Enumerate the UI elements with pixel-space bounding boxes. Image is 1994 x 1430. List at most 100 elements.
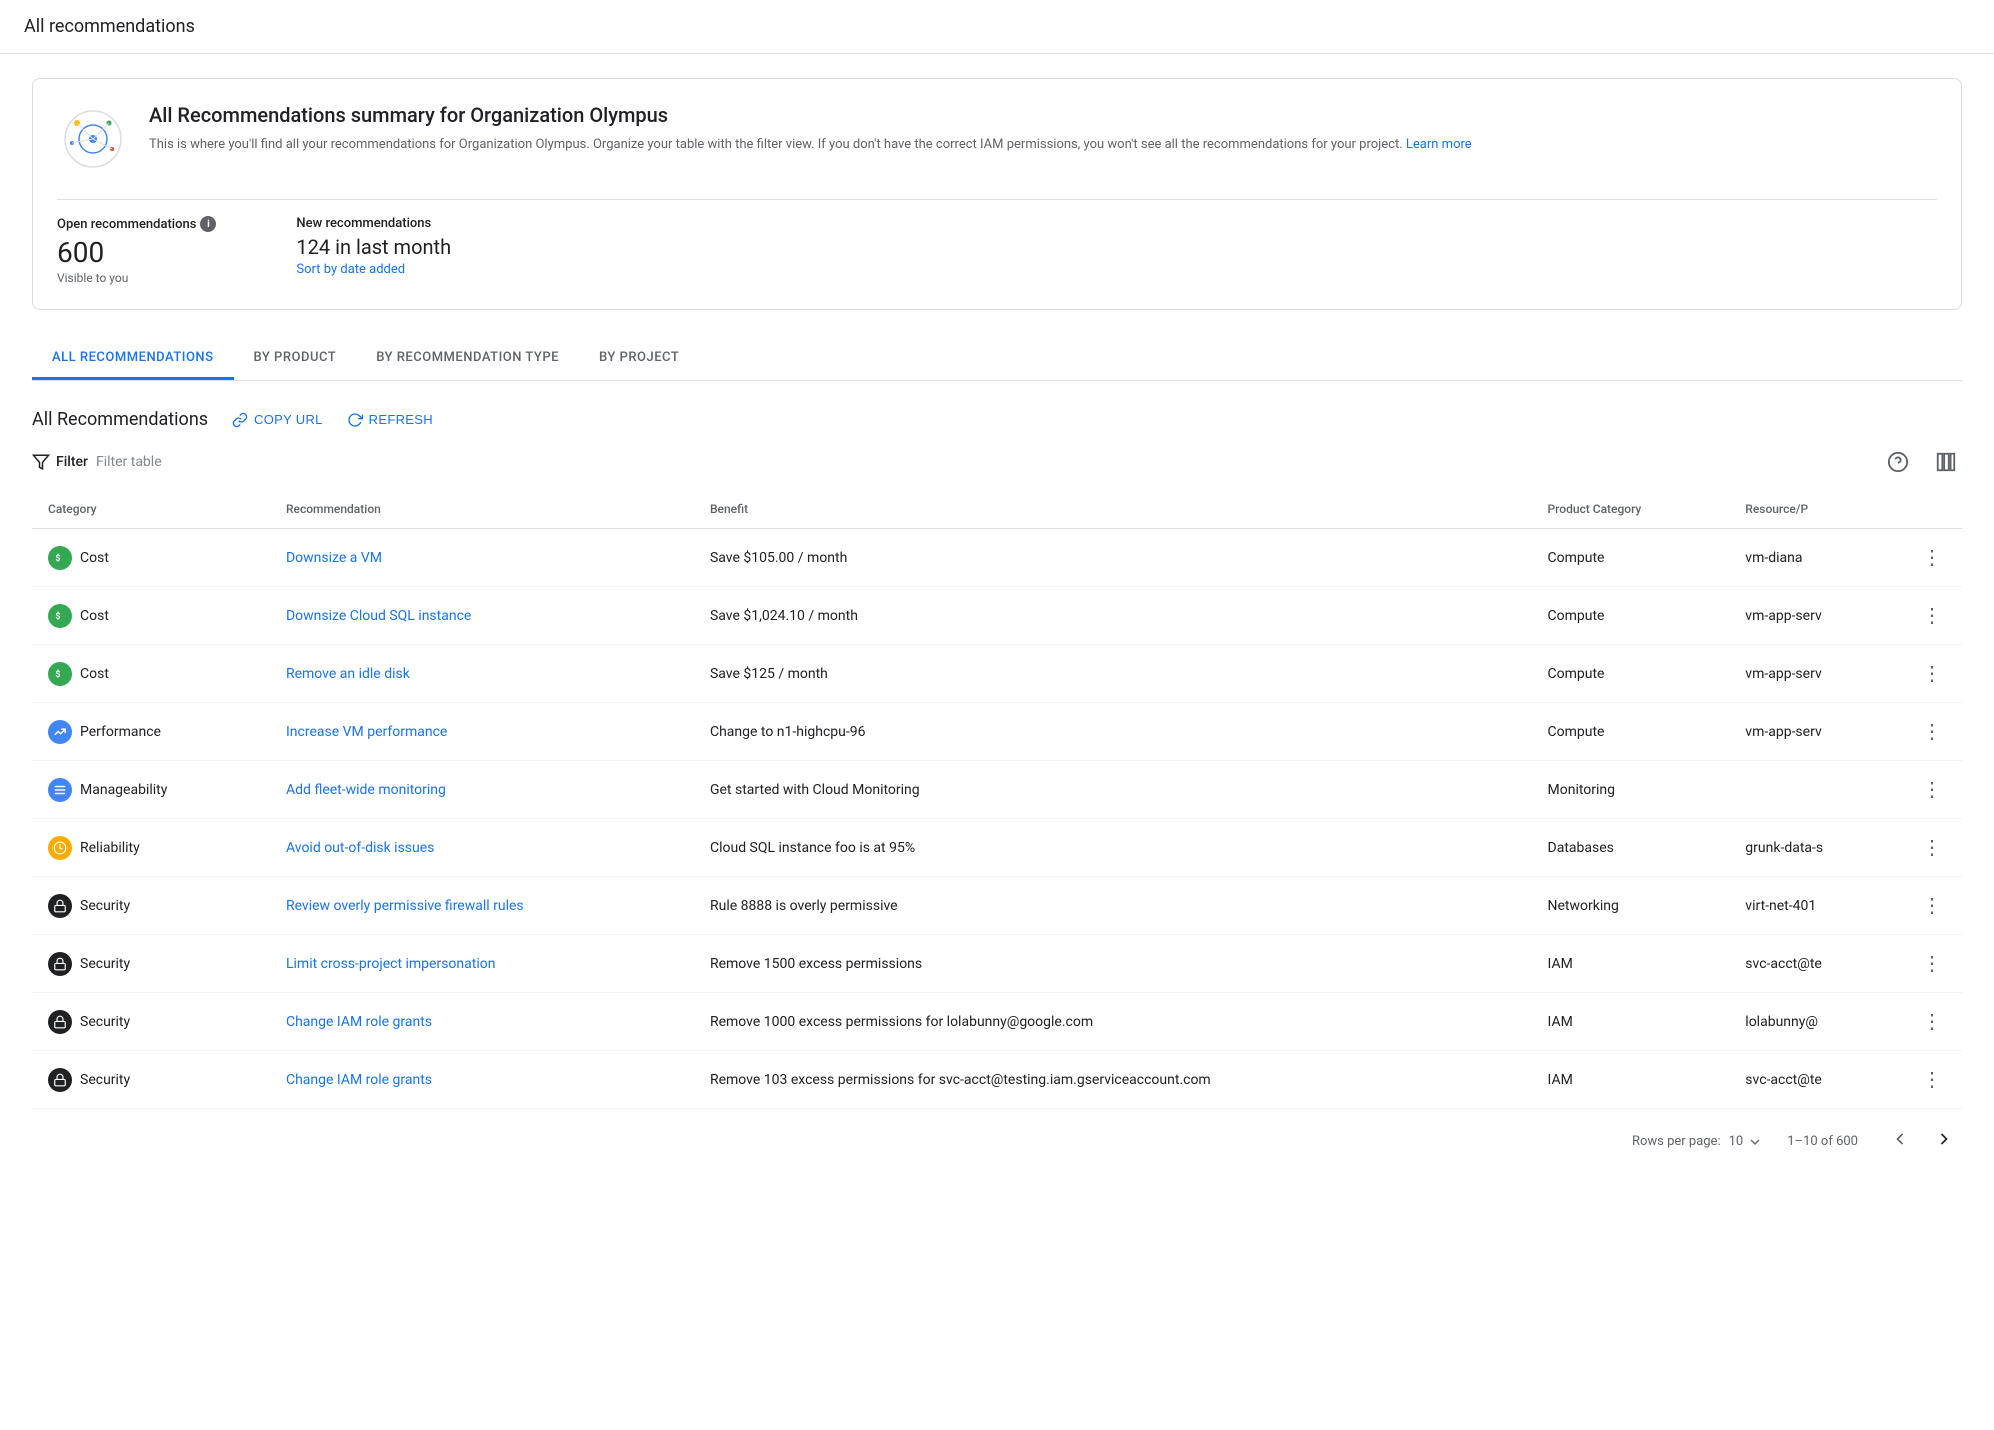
summary-card: All Recommendations summary for Organiza… <box>32 78 1962 310</box>
table-body: $ Cost Downsize a VM Save $105.00 / mont… <box>32 529 1962 1109</box>
cell-resource-4 <box>1729 761 1902 819</box>
cell-recommendation-8: Change IAM role grants <box>270 993 694 1051</box>
recommendation-link-8[interactable]: Change IAM role grants <box>286 1014 432 1030</box>
cell-resource-2: vm-app-serv <box>1729 645 1902 703</box>
more-options-button-5[interactable]: ⋮ <box>1918 831 1946 864</box>
category-icon-reliability <box>48 836 72 860</box>
chevron-left-icon <box>1890 1129 1910 1149</box>
more-options-button-1[interactable]: ⋮ <box>1918 599 1946 632</box>
main-content: All Recommendations summary for Organiza… <box>0 54 1994 1198</box>
cell-more-6: ⋮ <box>1902 877 1962 935</box>
more-options-button-4[interactable]: ⋮ <box>1918 773 1946 806</box>
category-icon-security <box>48 1068 72 1092</box>
cell-more-0: ⋮ <box>1902 529 1962 587</box>
prev-page-button[interactable] <box>1882 1125 1918 1158</box>
cell-category-8: Security <box>32 993 270 1051</box>
category-icon-security <box>48 894 72 918</box>
org-logo-icon <box>57 103 129 175</box>
category-icon-cost: $ <box>48 662 72 686</box>
table-header: Category Recommendation Benefit Product … <box>32 490 1962 529</box>
cell-recommendation-1: Downsize Cloud SQL instance <box>270 587 694 645</box>
recommendation-link-0[interactable]: Downsize a VM <box>286 550 382 566</box>
table-row: Performance Increase VM performance Chan… <box>32 703 1962 761</box>
cell-more-2: ⋮ <box>1902 645 1962 703</box>
cell-more-7: ⋮ <box>1902 935 1962 993</box>
table-row: Reliability Avoid out-of-disk issues Clo… <box>32 819 1962 877</box>
more-options-button-3[interactable]: ⋮ <box>1918 715 1946 748</box>
cell-benefit-5: Cloud SQL instance foo is at 95% <box>694 819 1532 877</box>
open-recs-info-icon[interactable]: i <box>200 216 216 232</box>
filter-icon <box>32 453 50 471</box>
cell-more-4: ⋮ <box>1902 761 1962 819</box>
more-options-button-2[interactable]: ⋮ <box>1918 657 1946 690</box>
refresh-button[interactable]: REFRESH <box>347 412 433 428</box>
open-recs-value: 600 <box>57 236 216 269</box>
rows-per-page-label: Rows per page: <box>1632 1134 1721 1149</box>
recommendation-link-1[interactable]: Downsize Cloud SQL instance <box>286 608 471 624</box>
more-options-button-7[interactable]: ⋮ <box>1918 947 1946 980</box>
cell-resource-5: grunk-data-s <box>1729 819 1902 877</box>
columns-icon[interactable] <box>1930 446 1962 478</box>
cell-product-category-8: IAM <box>1532 993 1730 1051</box>
col-header-resource: Resource/P <box>1729 490 1902 529</box>
recommendation-link-2[interactable]: Remove an idle disk <box>286 666 410 682</box>
category-icon-manageability <box>48 778 72 802</box>
more-options-button-8[interactable]: ⋮ <box>1918 1005 1946 1038</box>
svg-text:$: $ <box>55 552 60 563</box>
cell-product-category-1: Compute <box>1532 587 1730 645</box>
tab-all-recommendations[interactable]: ALL RECOMMENDATIONS <box>32 338 234 380</box>
cell-product-category-4: Monitoring <box>1532 761 1730 819</box>
rows-per-page-value: 10 <box>1729 1134 1744 1149</box>
rows-per-page-dropdown[interactable]: 10 <box>1729 1134 1764 1150</box>
tab-by-product[interactable]: BY PRODUCT <box>234 338 357 380</box>
category-icon-cost: $ <box>48 546 72 570</box>
filter-left: Filter Filter table <box>32 453 162 471</box>
cell-product-category-7: IAM <box>1532 935 1730 993</box>
chevron-right-icon <box>1934 1129 1954 1149</box>
cell-benefit-3: Change to n1-highcpu-96 <box>694 703 1532 761</box>
tab-by-project[interactable]: BY PROJECT <box>579 338 699 380</box>
recommendation-link-6[interactable]: Review overly permissive firewall rules <box>286 898 524 914</box>
recommendation-link-5[interactable]: Avoid out-of-disk issues <box>286 840 434 856</box>
cell-product-category-6: Networking <box>1532 877 1730 935</box>
sort-by-date-link[interactable]: Sort by date added <box>296 262 405 277</box>
cell-benefit-9: Remove 103 excess permissions for svc-ac… <box>694 1051 1532 1109</box>
cell-category-2: $ Cost <box>32 645 270 703</box>
filter-placeholder[interactable]: Filter table <box>96 454 162 470</box>
cell-category-1: $ Cost <box>32 587 270 645</box>
col-header-benefit: Benefit <box>694 490 1532 529</box>
category-icon-security <box>48 1010 72 1034</box>
more-options-button-6[interactable]: ⋮ <box>1918 889 1946 922</box>
recommendation-link-9[interactable]: Change IAM role grants <box>286 1072 432 1088</box>
cell-more-8: ⋮ <box>1902 993 1962 1051</box>
cell-category-7: Security <box>32 935 270 993</box>
table-section-header: All Recommendations COPY URL REFRESH <box>32 409 1962 430</box>
recommendations-table: Category Recommendation Benefit Product … <box>32 490 1962 1109</box>
refresh-icon <box>347 412 363 428</box>
copy-url-button[interactable]: COPY URL <box>232 412 323 428</box>
cell-category-0: $ Cost <box>32 529 270 587</box>
more-options-button-0[interactable]: ⋮ <box>1918 541 1946 574</box>
cell-resource-8: lolabunny@ <box>1729 993 1902 1051</box>
cell-more-5: ⋮ <box>1902 819 1962 877</box>
cell-recommendation-5: Avoid out-of-disk issues <box>270 819 694 877</box>
cell-category-3: Performance <box>32 703 270 761</box>
recommendation-link-7[interactable]: Limit cross-project impersonation <box>286 956 496 972</box>
filter-bar: Filter Filter table <box>32 446 1962 478</box>
next-page-button[interactable] <box>1926 1125 1962 1158</box>
cell-category-4: Manageability <box>32 761 270 819</box>
more-options-button-9[interactable]: ⋮ <box>1918 1063 1946 1096</box>
recommendation-link-4[interactable]: Add fleet-wide monitoring <box>286 782 446 798</box>
cell-resource-3: vm-app-serv <box>1729 703 1902 761</box>
help-icon[interactable] <box>1882 446 1914 478</box>
summary-text-block: All Recommendations summary for Organiza… <box>149 103 1472 155</box>
cell-resource-6: virt-net-401 <box>1729 877 1902 935</box>
cell-product-category-2: Compute <box>1532 645 1730 703</box>
tab-by-recommendation-type[interactable]: BY RECOMMENDATION TYPE <box>356 338 579 380</box>
learn-more-link[interactable]: Learn more <box>1406 137 1472 152</box>
recommendation-link-3[interactable]: Increase VM performance <box>286 724 447 740</box>
cell-benefit-8: Remove 1000 excess permissions for lolab… <box>694 993 1532 1051</box>
cell-category-6: Security <box>32 877 270 935</box>
table-row: Security Change IAM role grants Remove 1… <box>32 1051 1962 1109</box>
page-nav <box>1882 1125 1962 1158</box>
